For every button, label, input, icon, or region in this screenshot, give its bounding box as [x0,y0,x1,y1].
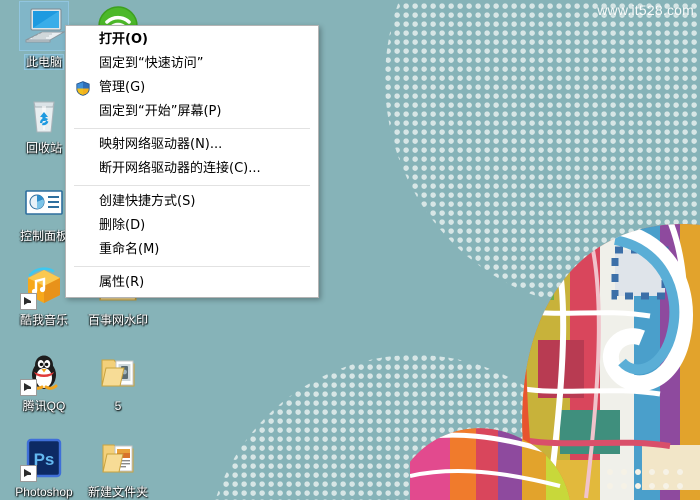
desktop-icon-label: 百事网水印 [87,313,148,327]
menu-separator [74,185,310,186]
qq-penguin-icon [20,348,68,396]
desktop-icon-new-folder[interactable]: 新建文件夹 [82,434,154,499]
context-menu[interactable]: 打开(O) 固定到“快速访问” 管理(G) 固定到“开始”屏幕(P) 映射网络驱动器(… [65,25,319,298]
desktop[interactable]: www.it528.com 此电脑 回收站 控制面板 酷我音乐 腾讯QQ Ps … [0,0,700,500]
desktop-icon-folder-5[interactable]: 5 [82,348,154,413]
menu-item[interactable]: 管理(G) [66,76,318,100]
photoshop-icon: Ps [20,434,68,482]
wallpaper-collage-figure [410,190,700,500]
menu-item[interactable]: 创建快捷方式(S) [66,190,318,214]
menu-item[interactable]: 映射网络驱动器(N)... [66,133,318,157]
control-panel-icon [20,178,68,226]
menu-item[interactable]: 重命名(M) [66,238,318,262]
folder-photo-icon [94,348,142,396]
desktop-icon-photoshop[interactable]: Ps Photoshop [8,434,80,499]
desktop-icon-label: 5 [114,399,122,413]
desktop-icon-label: Photoshop [15,485,73,499]
desktop-icon-label: 腾讯QQ [22,399,66,413]
shortcut-arrow-icon [20,379,37,396]
menu-item[interactable]: 固定到“开始”屏幕(P) [66,100,318,124]
recycle-bin-icon [20,90,68,138]
folder-docs-icon [94,434,142,482]
menu-item[interactable]: 固定到“快速访问” [66,52,318,76]
desktop-icon-tencent-qq[interactable]: 腾讯QQ [8,348,80,413]
shield-icon [76,81,90,96]
computer-icon [19,1,69,51]
menu-separator [74,266,310,267]
menu-item[interactable]: 属性(R) [66,271,318,295]
menu-item[interactable]: 断开网络驱动器的连接(C)... [66,157,318,181]
desktop-icon-label: 新建文件夹 [87,485,148,499]
menu-separator [74,128,310,129]
shortcut-arrow-icon [20,293,37,310]
menu-item[interactable]: 删除(D) [66,214,318,238]
watermark-text: www.it528.com [597,2,694,18]
kuwo-music-icon [20,262,68,310]
shortcut-arrow-icon [20,465,37,482]
menu-item[interactable]: 打开(O) [66,28,318,52]
desktop-icon-label: 此电脑 [23,54,65,70]
desktop-icon-label: 酷我音乐 [19,313,68,327]
